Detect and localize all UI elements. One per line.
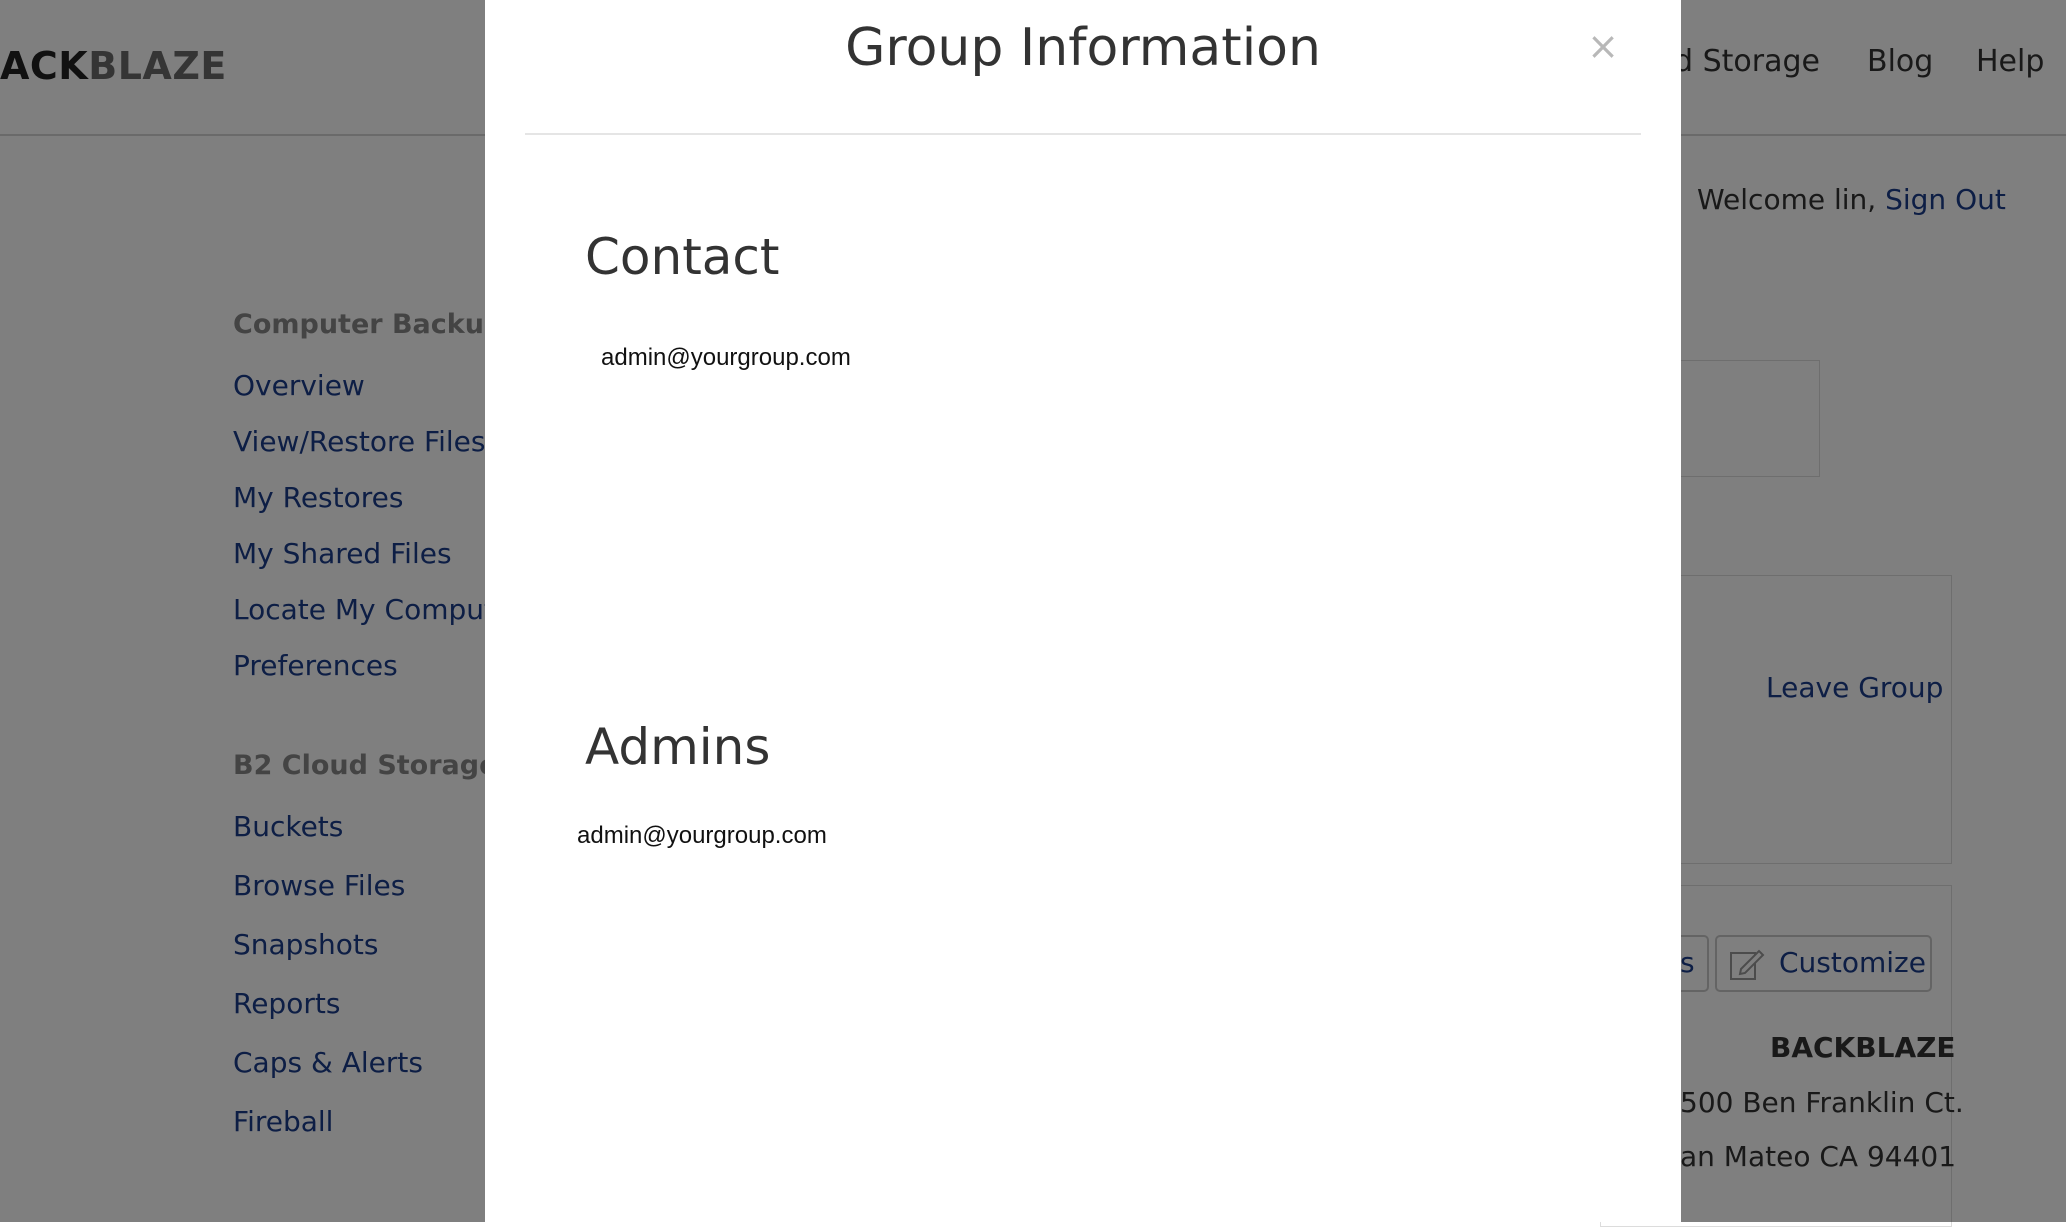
group-information-modal: Group Information × Contact admin@yourgr… — [485, 0, 1681, 1222]
contact-email: admin@yourgroup.com — [601, 344, 851, 371]
close-button[interactable]: × — [1581, 22, 1625, 70]
close-icon: × — [1587, 24, 1619, 68]
modal-divider — [525, 133, 1641, 135]
admin-email: admin@yourgroup.com — [577, 822, 827, 849]
modal-title: Group Information — [845, 18, 1321, 78]
admins-heading: Admins — [585, 718, 771, 776]
contact-heading: Contact — [585, 228, 780, 286]
